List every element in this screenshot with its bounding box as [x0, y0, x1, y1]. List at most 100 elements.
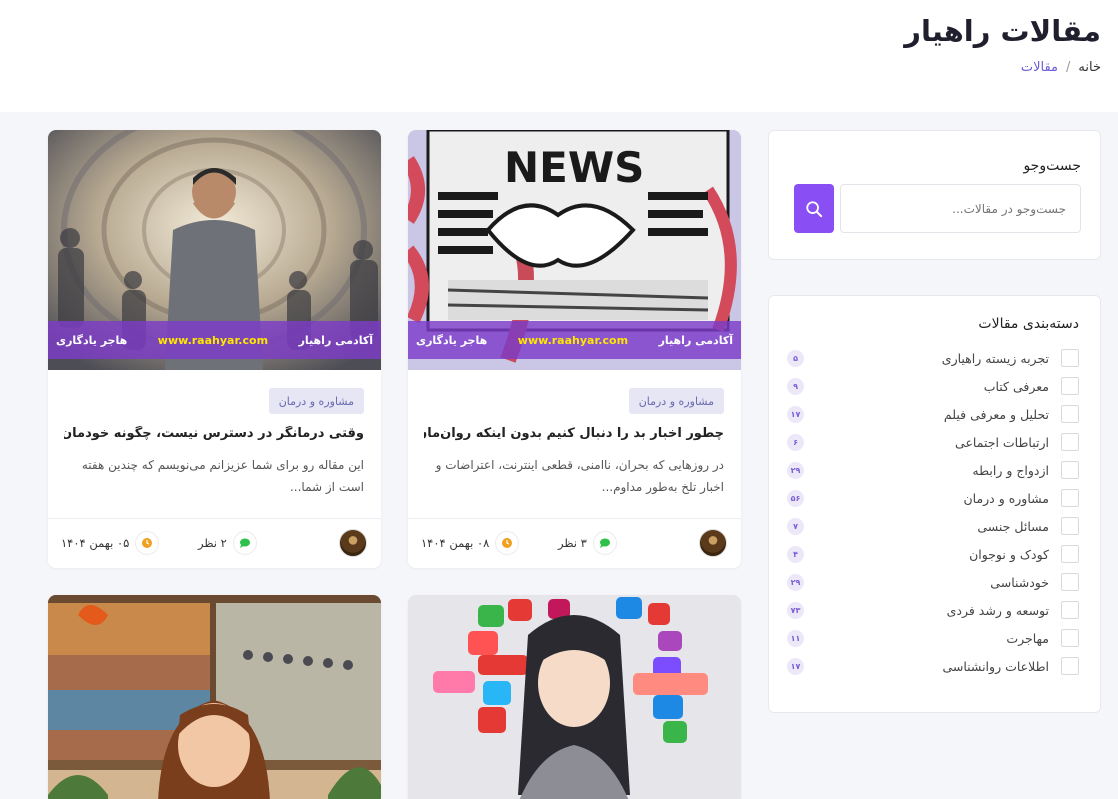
watermark-bar: آکادمی راهیار www.raahyar.com هاجر یادگا…	[48, 321, 381, 359]
comment-count-text: ۲ نظر	[198, 536, 227, 550]
category-label: مسائل جنسی	[977, 518, 1049, 534]
clock-icon	[495, 531, 520, 555]
category-count-badge: ۵	[787, 349, 804, 367]
category-count-badge: ۱۷	[787, 405, 804, 423]
article-category-chip[interactable]: مشاوره و درمان	[628, 388, 724, 414]
category-count-badge: ۶	[787, 433, 804, 451]
category-checkbox[interactable]	[1061, 377, 1079, 395]
social-media-girl-illustration	[408, 595, 741, 799]
category-count-badge: ۲۹	[787, 573, 804, 591]
watermark-author: هاجر یادگاری	[416, 333, 488, 347]
article-excerpt: در روزهایی که بحران، ناامنی، قطعی اینترن…	[435, 458, 724, 494]
page-header: مقالات راهیار خانه / مقالات	[0, 0, 1118, 112]
comment-count: ۳ نظر	[558, 531, 617, 555]
category-item[interactable]: ازدواج و رابطه ۲۹	[787, 456, 1079, 484]
search-label: جست‌وجو	[1023, 158, 1081, 174]
category-checkbox[interactable]	[1061, 573, 1079, 591]
clock-icon	[135, 531, 160, 555]
watermark-academy: آکادمی راهیار	[298, 333, 373, 347]
category-label: تحلیل و معرفی فیلم	[943, 406, 1049, 422]
category-item[interactable]: تحلیل و معرفی فیلم ۱۷	[787, 400, 1079, 428]
category-checkbox[interactable]	[1061, 349, 1079, 367]
article-title[interactable]: چطور اخبار بد را دنبال کنیم بدون اینکه ر…	[424, 426, 724, 441]
category-label: خودشناسی	[990, 574, 1049, 590]
category-count-badge: ۱۷	[787, 657, 804, 675]
category-item[interactable]: معرفی کتاب ۹	[787, 372, 1079, 400]
article-category-chip[interactable]: مشاوره و درمان	[268, 388, 364, 414]
category-count-badge: ۱۱	[787, 629, 804, 647]
category-item[interactable]: خودشناسی ۲۹	[787, 568, 1079, 596]
category-label: توسعه و رشد فردی	[946, 602, 1049, 618]
category-label: ازدواج و رابطه	[972, 462, 1049, 478]
category-item[interactable]: توسعه و رشد فردی ۷۳	[787, 596, 1079, 624]
comment-icon	[232, 531, 257, 555]
category-item[interactable]: کودک و نوجوان ۴	[787, 540, 1079, 568]
category-count-badge: ۴	[787, 545, 804, 563]
category-checkbox[interactable]	[1061, 405, 1079, 423]
category-checkbox[interactable]	[1061, 489, 1079, 507]
avatar[interactable]	[699, 529, 727, 557]
watermark-url: www.raahyar.com	[517, 333, 629, 347]
search-input[interactable]	[840, 184, 1081, 233]
category-label: اطلاعات روانشناسی	[942, 658, 1049, 674]
category-item[interactable]: تجربه زیسته راهیاری ۵	[787, 344, 1079, 372]
category-label: مشاوره و درمان	[963, 490, 1049, 506]
article-title[interactable]: وقتی درمانگر در دسترس نیست، چگونه خودمان…	[64, 426, 364, 441]
publish-date: ۰۵ بهمن ۱۴۰۴	[61, 531, 160, 555]
watermark-academy: آکادمی راهیار	[658, 333, 733, 347]
category-label: مهاجرت	[1006, 630, 1049, 646]
category-count-badge: ۹	[787, 377, 804, 395]
category-item[interactable]: مشاوره و درمان ۵۶	[787, 484, 1079, 512]
article-card[interactable]: NEWS آکادمی راهیار www.raahyar.com هاجر …	[408, 130, 741, 568]
publish-date-text: ۰۵ بهمن ۱۴۰۴	[61, 536, 130, 550]
breadcrumb: خانه / مقالات	[1021, 60, 1101, 75]
search-icon	[806, 200, 823, 217]
category-label: کودک و نوجوان	[969, 546, 1049, 562]
category-list: تجربه زیسته راهیاری ۵ معرفی کتاب ۹ تحلیل و…	[787, 344, 1079, 680]
category-count-badge: ۵۶	[787, 489, 804, 507]
comment-count-text: ۳ نظر	[558, 536, 587, 550]
publish-date-text: ۰۸ بهمن ۱۴۰۴	[421, 536, 490, 550]
comment-count: ۲ نظر	[198, 531, 257, 555]
search-widget: جست‌وجو	[768, 130, 1101, 260]
breadcrumb-separator: /	[1066, 60, 1071, 75]
watermark-url: www.raahyar.com	[157, 333, 269, 347]
category-label: تجربه زیسته راهیاری	[941, 350, 1049, 366]
category-item[interactable]: اطلاعات روانشناسی ۱۷	[787, 652, 1079, 680]
article-image-window-girl[interactable]	[48, 595, 381, 799]
article-card[interactable]	[408, 595, 741, 799]
avatar[interactable]	[339, 529, 367, 557]
watermark-bar: آکادمی راهیار www.raahyar.com هاجر یادگا…	[408, 321, 741, 359]
news-headline-text: NEWS	[504, 143, 644, 192]
category-checkbox[interactable]	[1061, 433, 1079, 451]
girl-window-illustration	[48, 595, 381, 799]
article-excerpt: این مقاله رو برای شما عزیزانم می‌نویسم ک…	[81, 458, 364, 494]
breadcrumb-home-link[interactable]: خانه	[1078, 60, 1101, 75]
article-card[interactable]	[48, 595, 381, 799]
category-item[interactable]: ارتباطات اجتماعی ۶	[787, 428, 1079, 456]
category-checkbox[interactable]	[1061, 601, 1079, 619]
category-checkbox[interactable]	[1061, 517, 1079, 535]
category-checkbox[interactable]	[1061, 657, 1079, 675]
article-image-social-media[interactable]	[408, 595, 741, 799]
category-checkbox[interactable]	[1061, 461, 1079, 479]
article-card[interactable]: آکادمی راهیار www.raahyar.com هاجر یادگا…	[48, 130, 381, 568]
category-count-badge: ۷	[787, 517, 804, 535]
categories-title: دسته‌بندی مقالات	[978, 316, 1079, 332]
article-image-news[interactable]: NEWS آکادمی راهیار www.raahyar.com هاجر …	[408, 130, 741, 370]
article-image-therapy[interactable]: آکادمی راهیار www.raahyar.com هاجر یادگا…	[48, 130, 381, 370]
category-checkbox[interactable]	[1061, 545, 1079, 563]
search-button[interactable]	[794, 184, 834, 233]
comment-icon	[592, 531, 617, 555]
article-footer: ۳ نظر ۰۸ بهمن ۱۴۰۴	[408, 518, 741, 568]
categories-widget: دسته‌بندی مقالات تجربه زیسته راهیاری ۵ مع…	[768, 295, 1101, 713]
category-label: ارتباطات اجتماعی	[955, 434, 1049, 450]
category-label: معرفی کتاب	[983, 378, 1049, 394]
publish-date: ۰۸ بهمن ۱۴۰۴	[421, 531, 520, 555]
page-title: مقالات راهیار	[904, 14, 1101, 48]
category-count-badge: ۷۳	[787, 601, 804, 619]
category-item[interactable]: مهاجرت ۱۱	[787, 624, 1079, 652]
category-checkbox[interactable]	[1061, 629, 1079, 647]
watermark-author: هاجر یادگاری	[56, 333, 128, 347]
category-item[interactable]: مسائل جنسی ۷	[787, 512, 1079, 540]
